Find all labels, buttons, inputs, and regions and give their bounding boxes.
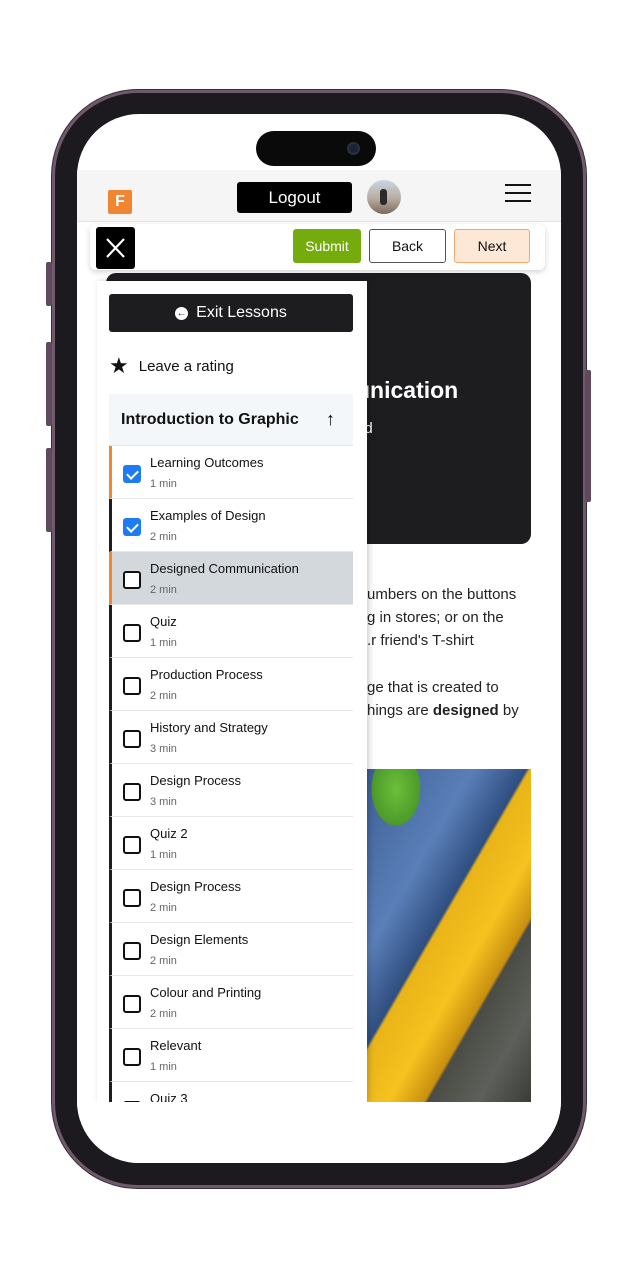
checkbox[interactable] — [123, 889, 141, 907]
arrow-up-icon[interactable]: ↑ — [326, 409, 335, 430]
home-indicator-area — [77, 1102, 561, 1163]
lessons-sidebar: ← Exit Lessons ★ Leave a rating Introducti… — [97, 281, 367, 1102]
lesson-item[interactable]: Design Process 3 min — [109, 764, 353, 817]
avatar[interactable] — [367, 180, 401, 214]
arrow-left-circle-icon: ← — [175, 306, 189, 320]
rating-label: Leave a rating — [138, 357, 234, 375]
leave-rating-link[interactable]: ★ Leave a rating — [109, 353, 234, 378]
phone-volume-down — [46, 448, 52, 532]
checkbox[interactable] — [123, 730, 141, 748]
exit-lessons-label: Exit Lessons — [196, 304, 287, 321]
lesson-duration: 1 min — [150, 478, 177, 490]
exit-lessons-button[interactable]: ← Exit Lessons — [109, 294, 353, 332]
lesson-item[interactable]: Quiz 2 1 min — [109, 817, 353, 870]
lesson-item[interactable]: Production Process 2 min — [109, 658, 353, 711]
checkbox[interactable] — [123, 836, 141, 854]
star-icon: ★ — [109, 353, 129, 378]
checkbox[interactable] — [123, 465, 141, 483]
lesson-item[interactable]: Colour and Printing 2 min — [109, 976, 353, 1029]
back-button[interactable]: Back — [369, 229, 446, 263]
body-text-line: r friend's T-shirt. — [367, 632, 474, 649]
lesson-title: Design Elements — [150, 932, 249, 947]
checkbox[interactable] — [123, 677, 141, 695]
lesson-duration: 3 min — [150, 743, 177, 755]
lesson-duration: 3 min — [150, 796, 177, 808]
close-icon — [106, 238, 125, 258]
lesson-duration: 1 min — [150, 1061, 177, 1073]
logo[interactable]: F — [108, 190, 132, 214]
app-header: F Logout — [77, 170, 561, 222]
lesson-title: Production Process — [150, 667, 263, 682]
lesson-item[interactable]: Learning Outcomes 1 min — [109, 446, 353, 499]
lesson-duration: 2 min — [150, 690, 177, 702]
lesson-item[interactable]: Examples of Design 2 min — [109, 499, 353, 552]
body-text-line: g in stores; or on the — [367, 609, 504, 626]
lesson-title: Design Process — [150, 879, 242, 894]
lesson-list: Learning Outcomes 1 min Examples of Desi… — [109, 446, 353, 1102]
submit-button[interactable]: Submit — [293, 229, 361, 263]
lesson-title: Relevant — [150, 1038, 202, 1053]
logout-button[interactable]: Logout — [237, 182, 352, 213]
lesson-title: Learning Outcomes — [150, 455, 264, 470]
section-title: Introduction to Graphic — [121, 410, 299, 428]
lesson-title: Quiz 3 — [150, 1091, 188, 1102]
lesson-toolbar: Submit Back Next — [90, 224, 545, 270]
lesson-duration: 1 min — [150, 849, 177, 861]
camera-icon — [347, 142, 360, 155]
phone-action-button — [46, 262, 52, 306]
lesson-title: Quiz — [150, 614, 177, 629]
phone-power-button — [585, 370, 591, 502]
checkbox[interactable] — [123, 518, 141, 536]
lesson-item[interactable]: Quiz 3 — [109, 1082, 353, 1102]
next-button[interactable]: Next — [454, 229, 530, 263]
hoodies-photo — [366, 769, 531, 1102]
lesson-title: Colour and Printing — [150, 985, 262, 1000]
checkbox[interactable] — [123, 995, 141, 1013]
lesson-duration: 2 min — [150, 1008, 177, 1020]
lesson-item[interactable]: Quiz 1 min — [109, 605, 353, 658]
section-header[interactable]: Introduction to Graphic ↑ — [109, 394, 353, 446]
checkbox[interactable] — [123, 1048, 141, 1066]
lesson-title: Examples of Design — [150, 508, 266, 523]
body-text-line: hings are designed by — [367, 702, 519, 719]
checkbox[interactable] — [123, 783, 141, 801]
body-text: hings are — [367, 702, 433, 719]
checkbox[interactable] — [123, 571, 141, 589]
hamburger-icon[interactable] — [505, 184, 531, 204]
body-text-line: ge that is created to — [367, 679, 499, 696]
checkbox[interactable] — [123, 624, 141, 642]
lesson-title: Quiz 2 — [150, 826, 188, 841]
phone-volume-up — [46, 342, 52, 426]
lesson-duration: 1 min — [150, 637, 177, 649]
body-text-line: umbers on the buttons — [367, 586, 517, 603]
lesson-item[interactable]: Relevant 1 min — [109, 1029, 353, 1082]
lesson-item[interactable]: Design Elements 2 min — [109, 923, 353, 976]
lesson-title: unication — [356, 377, 459, 403]
lesson-title: Designed Communication — [150, 561, 299, 576]
lesson-title: Design Process — [150, 773, 242, 788]
close-button[interactable] — [96, 227, 135, 269]
checkbox[interactable] — [123, 942, 141, 960]
lesson-duration: 2 min — [150, 531, 177, 543]
lesson-title: History and Strategy — [150, 720, 268, 735]
lesson-item[interactable]: Design Process 2 min — [109, 870, 353, 923]
lesson-duration: 2 min — [150, 584, 177, 596]
body-text-bold: designed — [432, 702, 499, 719]
lesson-item[interactable]: Designed Communication 2 min — [109, 552, 353, 605]
lesson-duration: 2 min — [150, 902, 177, 914]
lesson-duration: 2 min — [150, 955, 177, 967]
lesson-item[interactable]: History and Strategy 3 min — [109, 711, 353, 764]
body-text: by — [498, 702, 519, 719]
screen: F Logout unication ad umbers on the butt… — [77, 114, 561, 1163]
